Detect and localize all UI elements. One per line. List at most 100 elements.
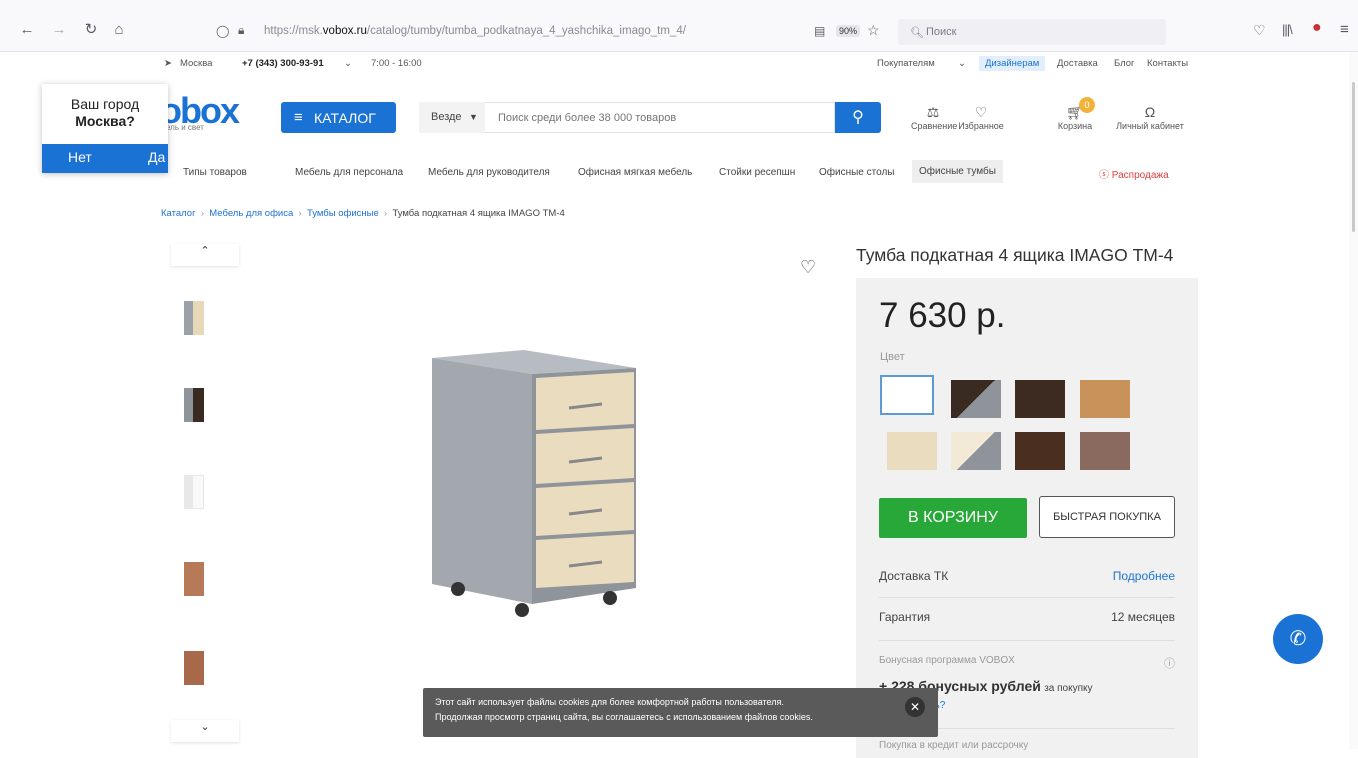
shield-icon[interactable]: ◯ — [216, 24, 229, 38]
topnav-delivery[interactable]: Доставка — [1057, 58, 1098, 69]
favorites-link[interactable]: ♡ Избранное — [958, 104, 1004, 131]
zoom-level[interactable]: 90% — [836, 25, 861, 37]
color-swatch-ash[interactable] — [1080, 432, 1130, 470]
city-yes-button[interactable]: Да — [148, 149, 165, 165]
sale-icon: ⓢ — [1099, 170, 1109, 181]
catalog-button[interactable]: ≡ КАТАЛОГ — [281, 102, 396, 133]
search-scope-select[interactable]: Везде ▼ — [419, 102, 485, 133]
thumbs-up-button[interactable]: ⌃ — [171, 244, 239, 266]
address-bar[interactable]: ◯ 🔒︎ https://msk.vobox.ru/catalog/tumby/… — [200, 19, 800, 45]
category-product-types[interactable]: Типы товаров — [183, 167, 247, 178]
home-icon[interactable]: ⌂ — [110, 21, 128, 39]
cookie-close-button[interactable]: ✕ — [905, 697, 925, 717]
thumbnail-image[interactable] — [184, 388, 204, 422]
city-question-name: Москва? — [75, 113, 135, 129]
divider — [879, 640, 1175, 641]
logo-tagline: ель и свет — [166, 123, 204, 132]
category-office-pedestals[interactable]: Офисные тумбы — [912, 160, 1003, 183]
browser-toolbar: ← → ↻ ⌂ ◯ 🔒︎ https://msk.vobox.ru/catalo… — [0, 0, 1358, 52]
reload-icon[interactable]: ↻ — [82, 21, 100, 39]
callback-button[interactable]: ✆ — [1273, 614, 1323, 664]
color-swatch-walnut[interactable] — [1015, 432, 1065, 470]
product-image[interactable] — [424, 348, 644, 618]
extension-icon[interactable]: ● — [1312, 19, 1322, 37]
thumbnail-image[interactable] — [184, 301, 204, 335]
menu-icon[interactable]: ≡ — [1340, 21, 1349, 38]
hamburger-icon: ≡ — [294, 109, 303, 126]
catalog-label: КАТАЛОГ — [314, 110, 376, 126]
add-to-favorites-icon[interactable]: ♡ — [800, 257, 816, 278]
back-icon[interactable]: ← — [18, 21, 36, 39]
color-swatch-white[interactable] — [880, 375, 934, 415]
cookie-text-line1: Этот сайт использует файлы cookies для б… — [435, 697, 784, 707]
chevron-down-icon[interactable]: ⌄ — [344, 58, 352, 69]
category-soft-furniture[interactable]: Офисная мягкая мебель — [578, 167, 692, 178]
library-icon[interactable]: |||\ — [1282, 22, 1293, 37]
url-text[interactable]: https://msk.vobox.ru/catalog/tumby/tumba… — [264, 25, 686, 37]
breadcrumb-current: Тумба подкатная 4 ящика IMAGO ТМ-4 — [392, 208, 565, 219]
search-scope-value: Везде — [431, 111, 462, 123]
credit-label: Покупка в кредит или рассрочку — [879, 740, 1029, 751]
topnav-designers[interactable]: Дизайнерам — [979, 56, 1046, 71]
current-city[interactable]: Москва — [180, 58, 212, 69]
scrollbar[interactable] — [1349, 52, 1358, 749]
sale-link[interactable]: ⓢ Распродажа — [1099, 166, 1169, 181]
browser-search-placeholder: Поиск — [926, 26, 957, 38]
topnav-blog[interactable]: Блог — [1114, 58, 1135, 69]
topnav-contacts[interactable]: Контакты — [1147, 58, 1188, 69]
cookie-text-line2: Продолжая просмотр страниц сайта, вы сог… — [435, 712, 813, 722]
warranty-label: Гарантия — [879, 610, 931, 624]
search-button[interactable]: ⚲ — [835, 102, 881, 133]
breadcrumb: Каталог › Мебель для офиса › Тумбы офисн… — [161, 208, 565, 219]
breadcrumb-office-pedestals[interactable]: Тумбы офисные — [307, 208, 379, 219]
color-swatch-oak[interactable] — [1080, 380, 1130, 418]
add-to-cart-button[interactable]: В КОРЗИНУ — [879, 498, 1027, 538]
color-swatch-dark-wood[interactable] — [1015, 380, 1065, 418]
sale-label: Распродажа — [1111, 170, 1169, 181]
scrollbar-thumb[interactable] — [1352, 82, 1355, 232]
topnav-buyers[interactable]: Покупателям — [877, 58, 935, 69]
account-link[interactable]: Ω Личный кабинет — [1110, 104, 1190, 131]
chevron-down-icon[interactable]: ⌄ — [958, 58, 966, 69]
compare-label: Сравнение — [911, 121, 958, 131]
category-staff-furniture[interactable]: Мебель для персонала — [295, 167, 403, 178]
pocket-icon[interactable]: ♡ — [1253, 22, 1266, 39]
compare-link[interactable]: ⚖ Сравнение — [911, 104, 958, 131]
bonus-suffix: за покупку — [1044, 683, 1093, 694]
account-label: Личный кабинет — [1116, 121, 1184, 131]
thumbnail-image[interactable] — [184, 475, 204, 509]
delivery-label: Доставка ТК — [879, 569, 949, 583]
color-swatch-wenge-grey[interactable] — [951, 380, 1001, 418]
color-swatch-beige[interactable] — [887, 432, 937, 470]
city-no-button[interactable]: Нет — [68, 149, 92, 165]
chevron-up-icon: ⌃ — [200, 245, 210, 257]
category-executive-furniture[interactable]: Мебель для руководителя — [428, 167, 550, 178]
thumbnail-image[interactable] — [184, 562, 204, 596]
breadcrumb-catalog[interactable]: Каталог — [161, 208, 196, 219]
user-icon: Ω — [1144, 104, 1156, 120]
browser-search-field[interactable]: 🔍︎ Поиск — [898, 19, 1166, 45]
delivery-more-link[interactable]: Подробнее — [1113, 569, 1175, 583]
cookie-notice: Этот сайт использует файлы cookies для б… — [423, 688, 938, 737]
phone-number[interactable]: +7 (343) 300-93-91 — [242, 58, 324, 69]
city-question: Ваш город — [70, 96, 140, 112]
category-office-tables[interactable]: Офисные столы — [819, 167, 894, 178]
category-reception[interactable]: Стойки ресепшн — [719, 167, 795, 178]
search-icon: 🔍︎ — [910, 27, 924, 39]
cart-count-badge: 0 — [1079, 97, 1095, 113]
info-icon[interactable]: ⓘ — [1164, 655, 1175, 671]
bonus-row: Бонусная программа VOBOX ⓘ — [879, 655, 1175, 670]
forward-icon[interactable]: → — [50, 21, 68, 39]
color-swatch-cream-grey[interactable] — [951, 432, 1001, 470]
product-title: Тумба подкатная 4 ящика IMAGO ТМ-4 — [856, 245, 1174, 265]
product-price: 7 630 р. — [879, 296, 1006, 335]
breadcrumb-office-furniture[interactable]: Мебель для офиса — [209, 208, 293, 219]
warranty-row: Гарантия 12 месяцев — [879, 610, 1175, 624]
thumbnail-image[interactable] — [184, 651, 204, 685]
reader-view-icon[interactable]: ▤ — [814, 24, 825, 38]
quick-buy-button[interactable]: БЫСТРАЯ ПОКУПКА — [1039, 496, 1175, 538]
bookmark-star-icon[interactable]: ☆ — [867, 22, 880, 39]
site-search-input[interactable] — [485, 102, 835, 133]
thumbs-down-button[interactable]: ⌄ — [171, 720, 239, 742]
location-icon: ➤ — [164, 58, 172, 69]
